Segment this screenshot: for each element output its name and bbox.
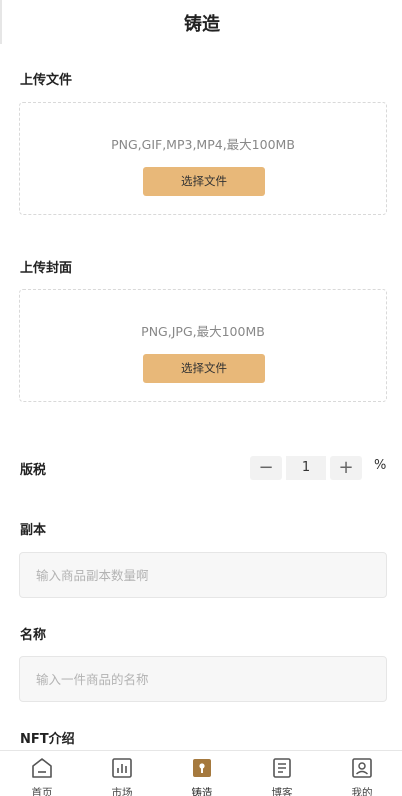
choose-file-button[interactable]: 选择文件	[143, 167, 265, 196]
upload-file-dropzone[interactable]: PNG,GIF,MP3,MP4,最大100MB 选择文件	[19, 102, 387, 215]
page-title: 铸造	[184, 14, 220, 35]
tab-mint[interactable]: 铸造	[172, 751, 232, 796]
tab-home[interactable]: 首页	[12, 751, 72, 796]
name-input[interactable]	[19, 656, 387, 702]
royalty-unit: %	[374, 458, 387, 473]
tab-market[interactable]: 市场	[92, 751, 152, 796]
upload-cover-label: 上传封面	[20, 261, 73, 276]
upload-cover-dropzone[interactable]: PNG,JPG,最大100MB 选择文件	[19, 289, 387, 402]
tab-blog-label: 博客	[271, 787, 293, 796]
royalty-decrement-button[interactable]: −	[250, 456, 282, 480]
royalty-row: 版税 − 1 + %	[0, 452, 402, 482]
name-label: 名称	[20, 628, 47, 643]
upload-cover-hint: PNG,JPG,最大100MB	[141, 324, 265, 339]
nft-intro-label: NFT介绍	[20, 732, 75, 747]
tab-profile[interactable]: 我的	[332, 751, 392, 796]
tab-market-label: 市场	[111, 787, 133, 796]
choose-cover-button[interactable]: 选择文件	[143, 354, 265, 383]
copies-input[interactable]	[19, 552, 387, 598]
blog-document-icon	[273, 758, 291, 778]
royalty-value[interactable]: 1	[286, 456, 326, 480]
royalty-increment-button[interactable]: +	[330, 456, 362, 480]
page-header: 铸造	[0, 0, 402, 44]
upload-file-label: 上传文件	[20, 73, 73, 88]
tab-blog[interactable]: 博客	[252, 751, 312, 796]
upload-file-hint: PNG,GIF,MP3,MP4,最大100MB	[111, 137, 295, 152]
home-icon	[32, 758, 52, 778]
market-chart-icon	[112, 758, 132, 778]
profile-icon	[352, 758, 372, 778]
copies-label: 副本	[20, 523, 47, 538]
tab-home-label: 首页	[31, 787, 53, 796]
tab-mint-label: 铸造	[191, 787, 213, 796]
mint-icon	[193, 759, 211, 777]
royalty-label: 版税	[20, 463, 47, 478]
tab-profile-label: 我的	[351, 787, 373, 796]
bottom-tab-bar: 首页 市场 铸造 博客 我的	[0, 750, 402, 796]
